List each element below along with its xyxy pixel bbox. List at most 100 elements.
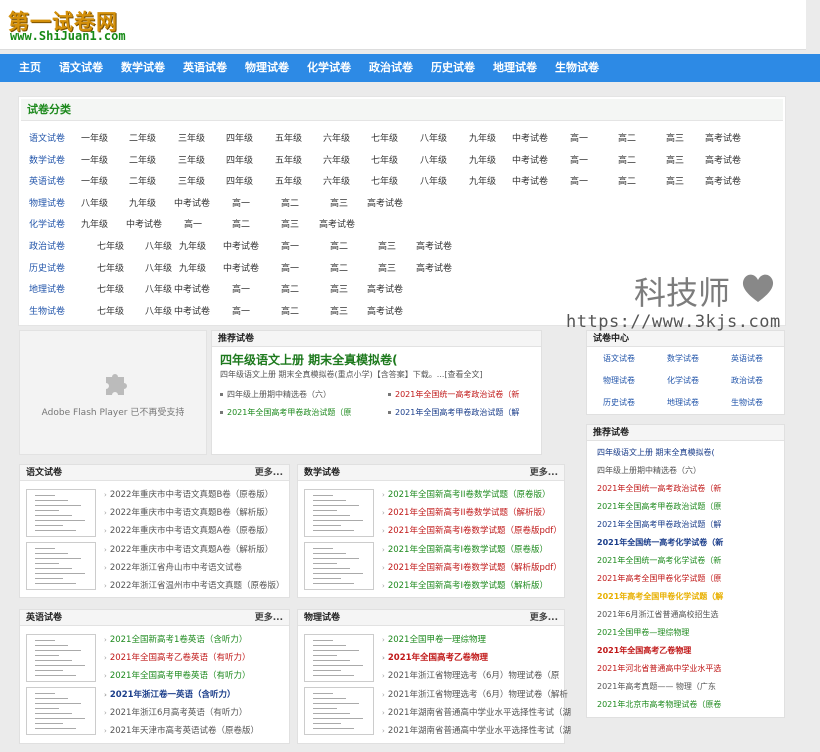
section-item[interactable]: › 2021年全国高考乙卷物理 <box>382 652 488 664</box>
side-recommend-item[interactable]: 2021年全国高考甲卷政治试题（原 <box>597 501 721 512</box>
category-link[interactable]: 三年级 <box>178 174 205 190</box>
category-link[interactable]: 七年级 <box>371 174 398 190</box>
nav-item-8[interactable]: 地理试卷 <box>484 54 546 82</box>
category-link[interactable]: 七年级 <box>371 153 398 169</box>
paper-thumbnail[interactable] <box>26 634 96 682</box>
category-name[interactable]: 数学试卷 <box>29 153 65 169</box>
category-link[interactable]: 五年级 <box>275 131 302 147</box>
paper-thumbnail[interactable] <box>26 489 96 537</box>
section-item[interactable]: › 2021年全国新高考II卷数学试题（原卷版） <box>382 489 550 501</box>
side-recommend-item[interactable]: 2021年全国统一高考化学试卷（新 <box>597 555 721 566</box>
category-link[interactable]: 五年级 <box>275 153 302 169</box>
side-recommend-item[interactable]: 2021年高考全国甲卷化学试题（解 <box>597 591 723 602</box>
category-link[interactable]: 高二 <box>281 282 299 298</box>
category-link[interactable]: 七年级 <box>97 304 124 320</box>
recommend-item[interactable]: 四年级上册期中精选卷（六） <box>220 389 331 400</box>
section-item[interactable]: › 2022年重庆市中考语文真题A卷（原卷版） <box>104 525 273 537</box>
category-name[interactable]: 地理试卷 <box>29 282 65 298</box>
side-recommend-item[interactable]: 2021年高考真题—— 物理（广东 <box>597 681 716 692</box>
category-link[interactable]: 中考试卷 <box>174 282 210 298</box>
section-item[interactable]: › 2022年浙江省温州市中考语文真题（原卷版） <box>104 580 284 592</box>
more-link[interactable]: 更多... <box>530 465 558 480</box>
section-item[interactable]: › 2021年浙江省物理选考（6月）物理试卷（原 <box>382 670 559 682</box>
nav-item-0[interactable]: 主页 <box>10 54 50 82</box>
nav-item-5[interactable]: 化学试卷 <box>298 54 360 82</box>
category-link[interactable]: 九年级 <box>469 131 496 147</box>
category-link[interactable]: 高二 <box>330 261 348 277</box>
category-link[interactable]: 六年级 <box>323 131 350 147</box>
side-recommend-item[interactable]: 2021年全国统一高考化学试卷（新 <box>597 537 723 548</box>
side-recommend-item[interactable]: 2021全国甲卷—理综物理 <box>597 627 689 638</box>
center-link[interactable]: 政治试卷 <box>731 375 763 386</box>
category-link[interactable]: 五年级 <box>275 174 302 190</box>
category-link[interactable]: 高二 <box>330 239 348 255</box>
center-link[interactable]: 历史试卷 <box>603 397 635 408</box>
category-link[interactable]: 高二 <box>618 131 636 147</box>
section-item[interactable]: › 2021全国甲卷一理综物理 <box>382 634 486 646</box>
category-name[interactable]: 历史试卷 <box>29 261 65 277</box>
category-link[interactable]: 高考试卷 <box>705 131 741 147</box>
category-link[interactable]: 中考试卷 <box>223 261 259 277</box>
category-link[interactable]: 高二 <box>281 304 299 320</box>
category-link[interactable]: 八年级 <box>420 174 447 190</box>
center-link[interactable]: 生物试卷 <box>731 397 763 408</box>
category-link[interactable]: 八年级 <box>420 153 447 169</box>
category-link[interactable]: 高二 <box>618 153 636 169</box>
category-link[interactable]: 九年级 <box>129 196 156 212</box>
category-link[interactable]: 高一 <box>570 153 588 169</box>
center-link[interactable]: 物理试卷 <box>603 375 635 386</box>
side-recommend-item[interactable]: 2021年全国高考乙卷物理 <box>597 645 691 656</box>
section-item[interactable]: › 2021年湖南省普通高中学业水平选择性考试（湖 <box>382 707 571 719</box>
category-link[interactable]: 高考试卷 <box>319 217 355 233</box>
category-link[interactable]: 七年级 <box>371 131 398 147</box>
category-link[interactable]: 高考试卷 <box>705 153 741 169</box>
category-link[interactable]: 六年级 <box>323 153 350 169</box>
nav-item-1[interactable]: 语文试卷 <box>50 54 112 82</box>
category-link[interactable]: 九年级 <box>179 239 206 255</box>
category-link[interactable]: 四年级 <box>226 131 253 147</box>
center-link[interactable]: 数学试卷 <box>667 353 699 364</box>
category-link[interactable]: 高三 <box>330 304 348 320</box>
paper-thumbnail[interactable] <box>304 634 374 682</box>
category-link[interactable]: 高三 <box>666 174 684 190</box>
category-link[interactable]: 七年级 <box>97 282 124 298</box>
section-item[interactable]: › 2021年湖南省普通高中学业水平选择性考试（湖 <box>382 725 571 737</box>
nav-item-3[interactable]: 英语试卷 <box>174 54 236 82</box>
section-item[interactable]: › 2021年全国新高考I卷数学试题（解析版） <box>382 580 548 592</box>
section-item[interactable]: › 2021年全国新高考I卷数学试题（解析版pdf） <box>382 562 562 574</box>
category-link[interactable]: 高考试卷 <box>416 239 452 255</box>
side-recommend-item[interactable]: 2021年全国高考甲卷政治试题（解 <box>597 519 721 530</box>
side-recommend-item[interactable]: 2021年6月浙江省普通高校招生选 <box>597 609 718 620</box>
category-link[interactable]: 中考试卷 <box>512 131 548 147</box>
section-item[interactable]: › 2021年全国新高考I卷数学试题（原卷版pdf） <box>382 525 562 537</box>
category-link[interactable]: 高三 <box>666 153 684 169</box>
category-link[interactable]: 中考试卷 <box>174 196 210 212</box>
side-recommend-item[interactable]: 四年级语文上册 期末全真模拟卷( <box>597 447 715 458</box>
center-link[interactable]: 语文试卷 <box>603 353 635 364</box>
more-link[interactable]: 更多... <box>255 610 283 625</box>
side-recommend-item[interactable]: 2021年高考全国甲卷化学试题（原 <box>597 573 721 584</box>
category-name[interactable]: 政治试卷 <box>29 239 65 255</box>
side-recommend-item[interactable]: 四年级上册期中精选卷（六） <box>597 465 701 476</box>
section-item[interactable]: › 2022年重庆市中考语文真题B卷（原卷版） <box>104 489 273 501</box>
category-name[interactable]: 英语试卷 <box>29 174 65 190</box>
category-link[interactable]: 九年级 <box>469 153 496 169</box>
section-item[interactable]: › 2021年全国新高考II卷数学试题（解析版） <box>382 507 550 519</box>
category-link[interactable]: 二年级 <box>129 153 156 169</box>
section-item[interactable]: › 2022年浙江省舟山市中考语文试卷 <box>104 562 242 574</box>
section-item[interactable]: › 2022年重庆市中考语文真题B卷（解析版） <box>104 507 273 519</box>
category-link[interactable]: 高一 <box>184 217 202 233</box>
category-link[interactable]: 八年级 <box>145 239 172 255</box>
paper-thumbnail[interactable] <box>304 687 374 735</box>
category-link[interactable]: 高一 <box>281 239 299 255</box>
recommend-item[interactable]: 2021年全国高考甲卷政治试题（原 <box>220 407 351 418</box>
category-link[interactable]: 二年级 <box>129 131 156 147</box>
center-link[interactable]: 地理试卷 <box>667 397 699 408</box>
section-item[interactable]: › 2022年重庆市中考语文真题A卷（解析版） <box>104 544 273 556</box>
recommend-item[interactable]: 2021年全国高考甲卷政治试题（解 <box>388 407 519 418</box>
side-recommend-item[interactable]: 2021年全国统一高考政治试卷（新 <box>597 483 721 494</box>
section-item[interactable]: › 2021年浙江卷一英语（含听力） <box>104 689 236 701</box>
recommend-item[interactable]: 2021年全国统一高考政治试卷（新 <box>388 389 519 400</box>
category-link[interactable]: 三年级 <box>178 153 205 169</box>
nav-item-6[interactable]: 政治试卷 <box>360 54 422 82</box>
